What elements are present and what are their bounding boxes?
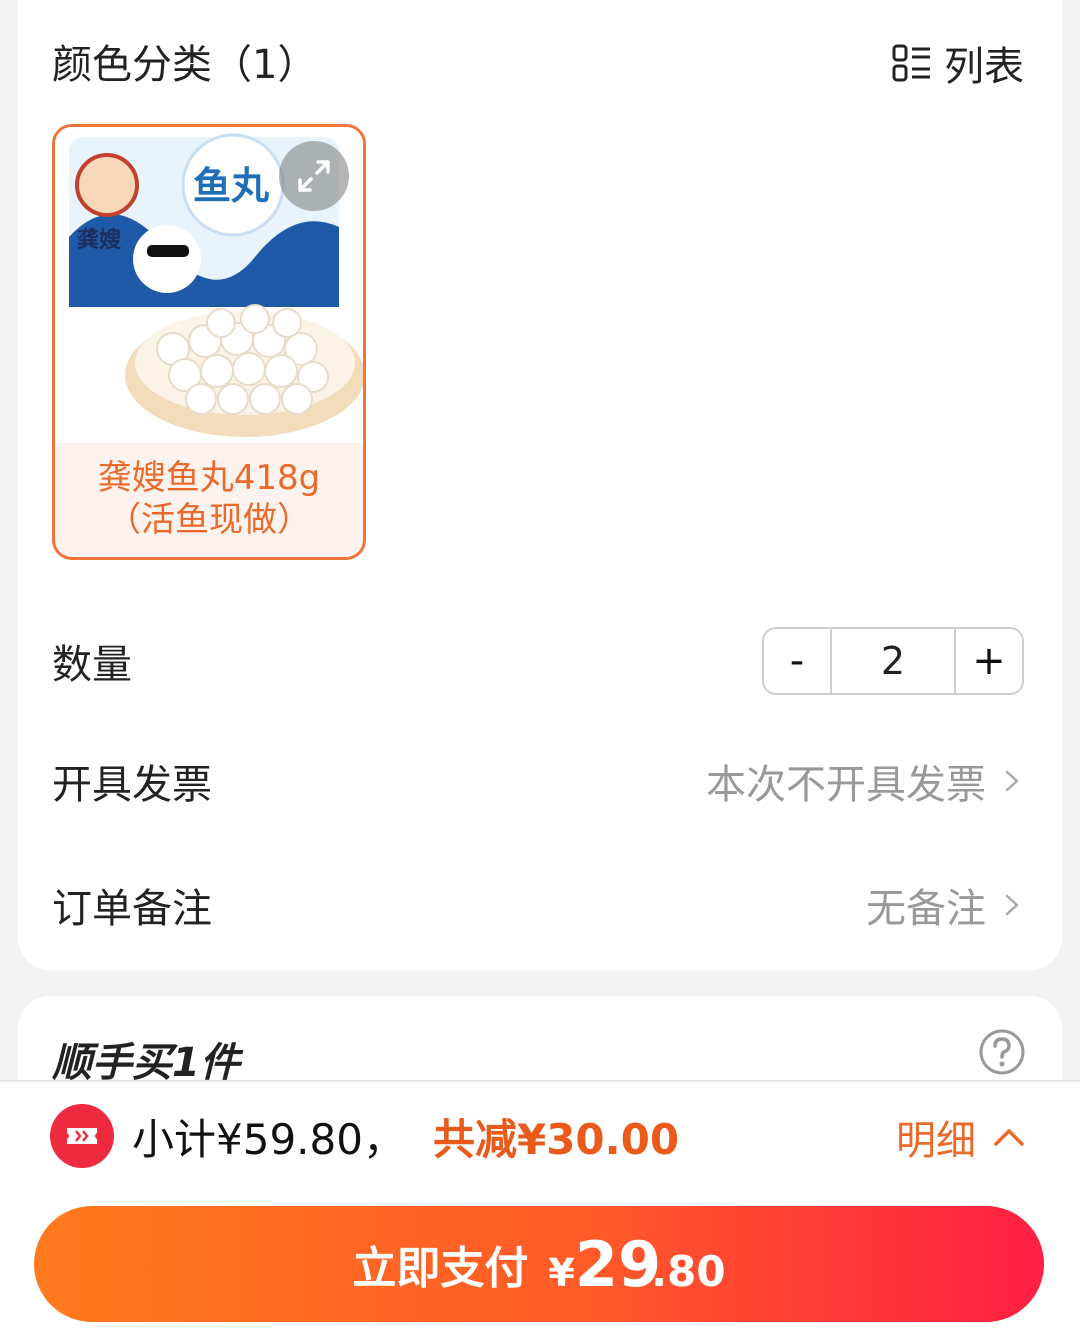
list-view-toggle[interactable]: 列表 <box>892 34 1024 92</box>
decrease-button[interactable]: - <box>764 629 830 693</box>
pay-now-button[interactable]: 立即支付 ¥29.80 <box>34 1206 1044 1322</box>
subtotal-text: 小计¥59.80， <box>132 1115 405 1164</box>
details-label: 明细 <box>896 1118 976 1164</box>
remark-label: 订单备注 <box>52 886 212 932</box>
remark-row[interactable]: 订单备注 无备注 <box>52 870 1024 940</box>
expand-image-button[interactable] <box>279 141 349 211</box>
list-icon <box>892 44 930 82</box>
price-summary: 小计¥59.80， 共减¥30.00 <box>132 1106 679 1167</box>
quantity-stepper: - 2 + <box>762 627 1024 695</box>
quantity-input[interactable]: 2 <box>830 629 956 693</box>
pay-currency: ¥ <box>548 1250 575 1295</box>
help-icon[interactable] <box>978 1028 1026 1076</box>
discount-text: 共减¥30.00 <box>432 1115 680 1164</box>
section-title: 颜色分类（1） <box>52 42 318 88</box>
ticket-icon <box>67 1128 97 1144</box>
coupon-icon <box>50 1104 114 1168</box>
pay-now-label: 立即支付 <box>352 1243 529 1294</box>
chevron-up-icon <box>994 1129 1024 1146</box>
pay-amount-decimal: .80 <box>651 1246 726 1296</box>
chevron-right-icon <box>1005 894 1019 916</box>
details-toggle[interactable]: 明细 <box>896 1108 1026 1166</box>
increase-button[interactable]: + <box>956 629 1022 693</box>
variant-name: 龚嫂鱼丸418g（活鱼现做） <box>97 458 321 540</box>
remark-value: 无备注 <box>866 886 986 932</box>
invoice-value: 本次不开具发票 <box>706 762 986 808</box>
quantity-label: 数量 <box>52 642 132 688</box>
quantity-row: 数量 - 2 + <box>52 626 1024 696</box>
pay-amount-integer: 29 <box>574 1227 662 1301</box>
variant-option[interactable]: 龚嫂 鱼丸 龚嫂鱼丸418g（活鱼现做） <box>52 124 366 560</box>
brand-mark-text: 龚嫂 <box>77 227 122 253</box>
list-view-label: 列表 <box>944 44 1024 90</box>
invoice-label: 开具发票 <box>52 762 212 808</box>
product-mark-text: 鱼丸 <box>193 164 269 208</box>
invoice-row[interactable]: 开具发票 本次不开具发票 <box>52 746 1024 816</box>
chevron-right-icon <box>1005 770 1019 792</box>
expand-icon <box>298 160 330 192</box>
